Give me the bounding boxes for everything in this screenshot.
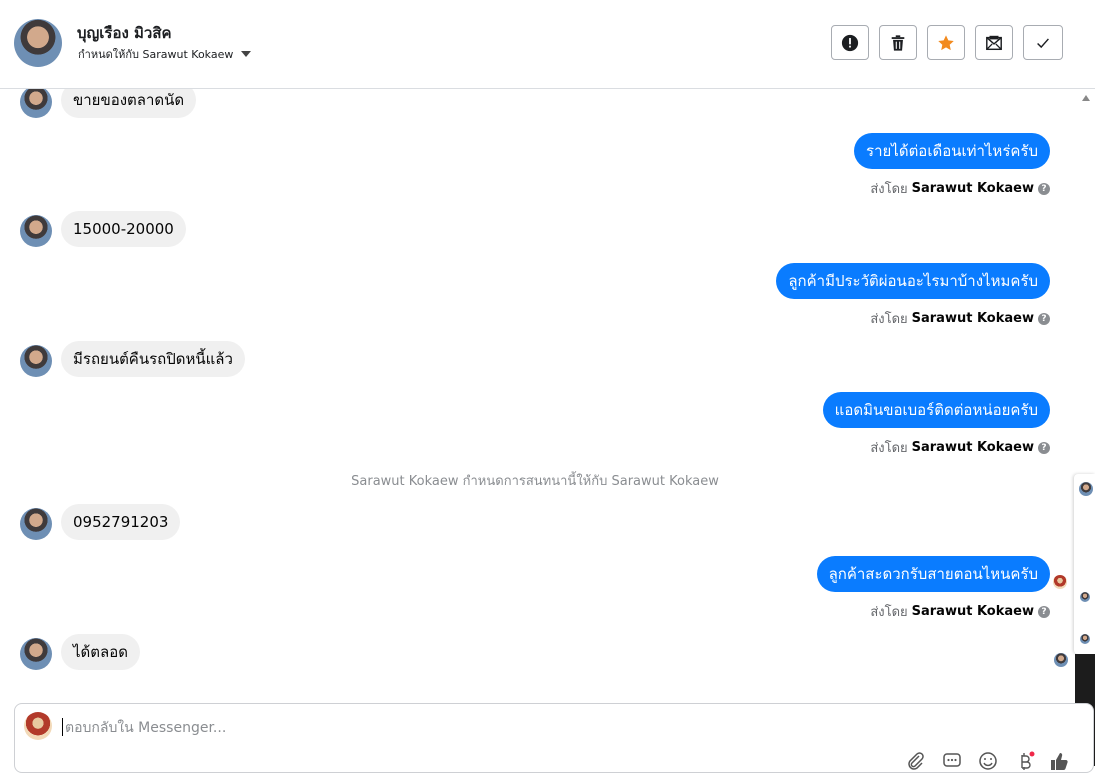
outgoing-message[interactable]: ลูกค้าสะดวกรับสายตอนไหนครับ [816, 556, 1050, 592]
reply-composer [14, 703, 1094, 773]
payment-baht-icon[interactable] [1015, 751, 1035, 771]
sent-by-prefix: ส่งโดย [870, 182, 908, 197]
saved-replies-icon[interactable] [942, 751, 962, 771]
participant-avatar [1080, 592, 1090, 602]
message-list[interactable]: ขายของตลาดนัด รายได้ต่อเดือนเท่าไหร่ครับ… [0, 89, 1077, 701]
sender-name: Sarawut Kokaew [911, 440, 1034, 455]
sent-by-label: ส่งโดย Sarawut Kokaew ? [870, 308, 1050, 329]
incoming-message[interactable]: มีรถยนต์คืนรถปิดหนี้แล้ว [61, 341, 245, 377]
page-avatar [24, 712, 52, 740]
help-icon[interactable]: ? [1038, 312, 1050, 325]
caret-down-icon [241, 51, 252, 57]
sent-by-label: ส่งโดย Sarawut Kokaew ? [870, 178, 1050, 199]
participant-avatar [1079, 482, 1093, 496]
contact-name[interactable]: บุญเรือง มิวสิค [77, 21, 172, 45]
mark-done-button[interactable] [1023, 25, 1063, 60]
conversation-header: บุญเรือง มิวสิค กำหนดให้กับ Sarawut Koka… [0, 0, 1095, 89]
sender-name: Sarawut Kokaew [911, 604, 1034, 619]
assignee-dropdown[interactable]: กำหนดให้กับ Sarawut Kokaew [78, 45, 252, 63]
contact-avatar-small[interactable] [20, 638, 52, 670]
reply-input[interactable] [63, 717, 967, 739]
incoming-message[interactable]: 15000-20000 [61, 211, 186, 247]
thumbs-up-icon[interactable] [1049, 751, 1069, 771]
mark-unread-button[interactable] [975, 25, 1013, 60]
envelope-icon [986, 35, 1002, 50]
outgoing-message[interactable]: ลูกค้ามีประวัติผ่อนอะไรมาบ้างไหมครับ [776, 263, 1050, 299]
scroll-up-arrow-icon[interactable] [1082, 95, 1090, 101]
side-panel[interactable] [1074, 474, 1095, 654]
incoming-message[interactable]: ได้ตลอด [61, 634, 140, 670]
outgoing-message[interactable]: แอดมินขอเบอร์ติดต่อหน่อยครับ [822, 392, 1050, 428]
sent-by-prefix: ส่งโดย [870, 441, 908, 456]
system-message: Sarawut Kokaew กำหนดการสนทนานี้ให้กับ Sa… [351, 474, 719, 489]
read-receipt-avatar [1054, 653, 1068, 667]
star-button[interactable] [927, 25, 965, 60]
help-icon[interactable]: ? [1038, 605, 1050, 618]
check-icon [1037, 37, 1049, 48]
attachment-icon[interactable] [905, 751, 925, 771]
sent-by-label: ส่งโดย Sarawut Kokaew ? [870, 437, 1050, 458]
emoji-icon[interactable] [978, 751, 998, 771]
outgoing-message[interactable]: รายได้ต่อเดือนเท่าไหร่ครับ [854, 133, 1050, 169]
participant-avatar [1080, 634, 1090, 644]
star-icon [938, 34, 954, 50]
sent-by-prefix: ส่งโดย [870, 312, 908, 327]
spam-icon [841, 34, 859, 51]
trash-icon [891, 34, 905, 51]
mark-spam-button[interactable] [831, 25, 869, 60]
delete-button[interactable] [879, 25, 917, 60]
contact-avatar-small[interactable] [20, 89, 52, 118]
sent-by-label: ส่งโดย Sarawut Kokaew ? [870, 601, 1050, 622]
incoming-message[interactable]: ขายของตลาดนัด [61, 89, 197, 118]
incoming-message[interactable]: 0952791203 [61, 504, 181, 540]
contact-avatar-small[interactable] [20, 345, 52, 377]
sender-name: Sarawut Kokaew [911, 181, 1034, 196]
assignee-label: กำหนดให้กับ Sarawut Kokaew [78, 48, 234, 61]
contact-avatar-small[interactable] [20, 508, 52, 540]
contact-avatar-small[interactable] [20, 215, 52, 247]
sent-by-prefix: ส่งโดย [870, 605, 908, 620]
help-icon[interactable]: ? [1038, 441, 1050, 454]
seen-indicator-avatar [1053, 575, 1067, 589]
contact-avatar[interactable] [14, 19, 62, 67]
help-icon[interactable]: ? [1038, 182, 1050, 195]
sender-name: Sarawut Kokaew [911, 311, 1034, 326]
